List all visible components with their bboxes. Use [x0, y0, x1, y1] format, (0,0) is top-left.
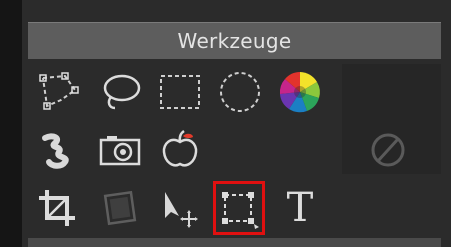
smudge-icon — [42, 133, 69, 169]
polygon-lasso-tool[interactable] — [30, 66, 86, 118]
crop-icon — [39, 190, 75, 226]
tools-panel: Werkzeuge T — [0, 0, 451, 247]
panel-header: Werkzeuge — [28, 22, 441, 59]
crop-tool[interactable] — [30, 182, 86, 234]
straighten-tool[interactable] — [92, 182, 148, 234]
color-wheel-tool[interactable] — [272, 66, 328, 118]
disabled-tool — [360, 124, 416, 176]
rect-marquee-tool[interactable] — [152, 66, 208, 118]
panel-bottom-bar — [28, 238, 441, 247]
move-icon — [165, 192, 198, 228]
polygon-lasso-icon — [39, 72, 79, 110]
ellipse-marquee-tool[interactable] — [212, 66, 268, 118]
panel-title: Werkzeuge — [177, 29, 292, 53]
text-tool[interactable]: T — [272, 182, 328, 234]
red-eye-apple-icon — [162, 129, 198, 167]
text-icon: T — [286, 185, 314, 231]
panel-edge — [0, 0, 22, 247]
smudge-tool[interactable] — [30, 124, 86, 176]
disabled-icon — [371, 133, 405, 167]
lasso-tool[interactable] — [92, 66, 148, 118]
red-eye-tool[interactable] — [152, 124, 208, 176]
ellipse-marquee-icon — [220, 72, 260, 112]
straighten-icon — [103, 190, 137, 226]
lasso-icon — [103, 74, 141, 110]
camera-icon — [99, 136, 141, 166]
color-wheel-icon — [279, 72, 320, 113]
rect-marquee-icon — [160, 75, 200, 109]
move-tool[interactable] — [152, 182, 208, 234]
selected-tool-highlight — [213, 181, 265, 235]
camera-tool[interactable] — [92, 124, 148, 176]
